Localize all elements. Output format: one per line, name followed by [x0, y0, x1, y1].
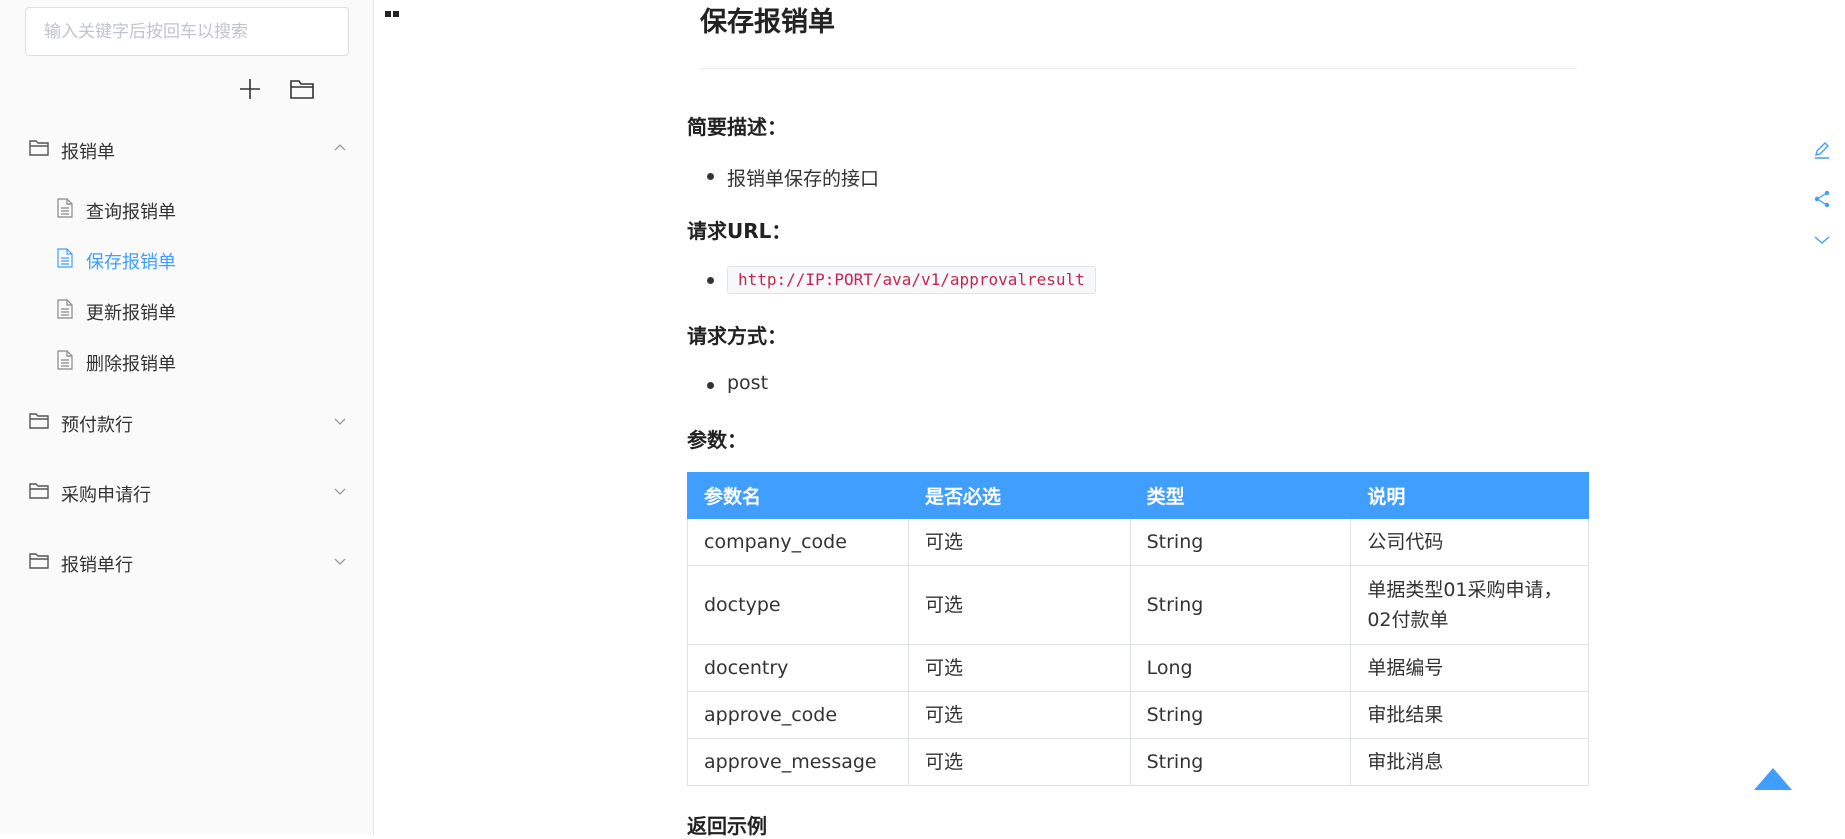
table-row: approve_code 可选 String 审批结果 — [687, 691, 1589, 739]
table-cell: 审批结果 — [1350, 691, 1589, 739]
tree-item-reimbursement[interactable]: 报销单 — [0, 130, 374, 170]
table-cell: String — [1129, 738, 1352, 786]
triangle-up-icon[interactable] — [1752, 766, 1794, 792]
bullet-dot — [707, 173, 714, 180]
tree-child-label: 保存报销单 — [86, 252, 176, 273]
table-header-cell: 说明 — [1350, 472, 1589, 519]
table-cell: 可选 — [907, 644, 1131, 692]
table-cell: 单据类型01采购申请，02付款单 — [1350, 565, 1589, 645]
method-value: post — [727, 372, 769, 394]
tree-child-update[interactable]: 更新报销单 — [0, 291, 374, 331]
tree-item-purchase-request[interactable]: 采购申请行 — [0, 473, 374, 513]
table-header-cell: 参数名 — [687, 472, 909, 519]
plus-icon[interactable] — [237, 76, 263, 102]
table-row: docentry 可选 Long 单据编号 — [687, 644, 1589, 692]
params-table: 参数名 是否必选 类型 说明 company_code 可选 String 公司… — [687, 472, 1589, 786]
chevron-down-icon — [334, 418, 346, 425]
table-cell: Long — [1129, 644, 1352, 692]
table-cell: approve_code — [687, 691, 909, 739]
tree-child-label: 更新报销单 — [86, 303, 176, 324]
table-cell: String — [1129, 565, 1352, 645]
table-header-cell: 是否必选 — [907, 472, 1131, 519]
tree-item-prepayment[interactable]: 预付款行 — [0, 403, 374, 443]
table-cell: 可选 — [907, 518, 1131, 566]
url-heading: 请求URL： — [687, 219, 792, 243]
params-heading: 参数： — [687, 428, 747, 452]
table-cell: 可选 — [907, 565, 1131, 645]
share-icon[interactable] — [1812, 189, 1832, 209]
desc-heading: 简要描述： — [687, 115, 787, 139]
tree-child-save[interactable]: 保存报销单 — [0, 240, 374, 280]
tree-item-label: 报销单 — [61, 142, 115, 163]
tree-child-label: 查询报销单 — [86, 202, 176, 223]
edit-icon[interactable] — [1812, 140, 1832, 160]
chevron-down-icon[interactable] — [1812, 230, 1832, 250]
tree-item-reimbursement-line[interactable]: 报销单行 — [0, 543, 374, 583]
table-cell: doctype — [687, 565, 909, 645]
method-heading: 请求方式： — [687, 324, 787, 348]
table-header-cell: 类型 — [1129, 472, 1352, 519]
table-cell: String — [1129, 691, 1352, 739]
table-cell: 可选 — [907, 738, 1131, 786]
url-code: http://IP:PORT/ava/v1/approvalresult — [727, 266, 1096, 294]
document-icon — [57, 198, 73, 218]
document-icon — [57, 350, 73, 370]
table-cell: String — [1129, 518, 1352, 566]
folder-icon — [29, 483, 49, 499]
tree-child-delete[interactable]: 删除报销单 — [0, 342, 374, 382]
table-cell: 审批消息 — [1350, 738, 1589, 786]
table-cell: 可选 — [907, 691, 1131, 739]
table-cell: company_code — [687, 518, 909, 566]
desc-item: 报销单保存的接口 — [727, 168, 880, 190]
document-icon — [57, 299, 73, 319]
page-title: 保存报销单 — [700, 7, 835, 38]
sidebar-toggle-handle[interactable] — [385, 2, 401, 21]
folder-icon — [29, 140, 49, 156]
folder-icon[interactable] — [289, 76, 315, 102]
sidebar: 报销单 查询报销单 保存报销单 更新报销单 删除报销单 预付款行 — [0, 0, 374, 835]
bullet-dot — [707, 382, 714, 389]
chevron-down-icon — [334, 488, 346, 495]
table-cell: docentry — [687, 644, 909, 692]
tree-item-label: 采购申请行 — [61, 485, 151, 506]
document-icon — [57, 248, 73, 268]
tree-child-label: 删除报销单 — [86, 354, 176, 375]
chevron-up-icon — [334, 144, 346, 151]
table-cell: approve_message — [687, 738, 909, 786]
tree-item-label: 预付款行 — [61, 415, 133, 436]
bullet-dot — [707, 277, 714, 284]
search-input[interactable] — [25, 7, 349, 56]
table-cell: 单据编号 — [1350, 644, 1589, 692]
folder-icon — [29, 413, 49, 429]
table-row: company_code 可选 String 公司代码 — [687, 518, 1589, 566]
tree-item-label: 报销单行 — [61, 555, 133, 576]
tree-child-query[interactable]: 查询报销单 — [0, 190, 374, 230]
table-row: doctype 可选 String 单据类型01采购申请，02付款单 — [687, 565, 1589, 645]
chevron-down-icon — [334, 558, 346, 565]
table-header-row: 参数名 是否必选 类型 说明 — [687, 472, 1589, 519]
table-row: approve_message 可选 String 审批消息 — [687, 738, 1589, 786]
table-cell: 公司代码 — [1350, 518, 1589, 566]
divider — [700, 68, 1577, 69]
folder-icon — [29, 553, 49, 569]
